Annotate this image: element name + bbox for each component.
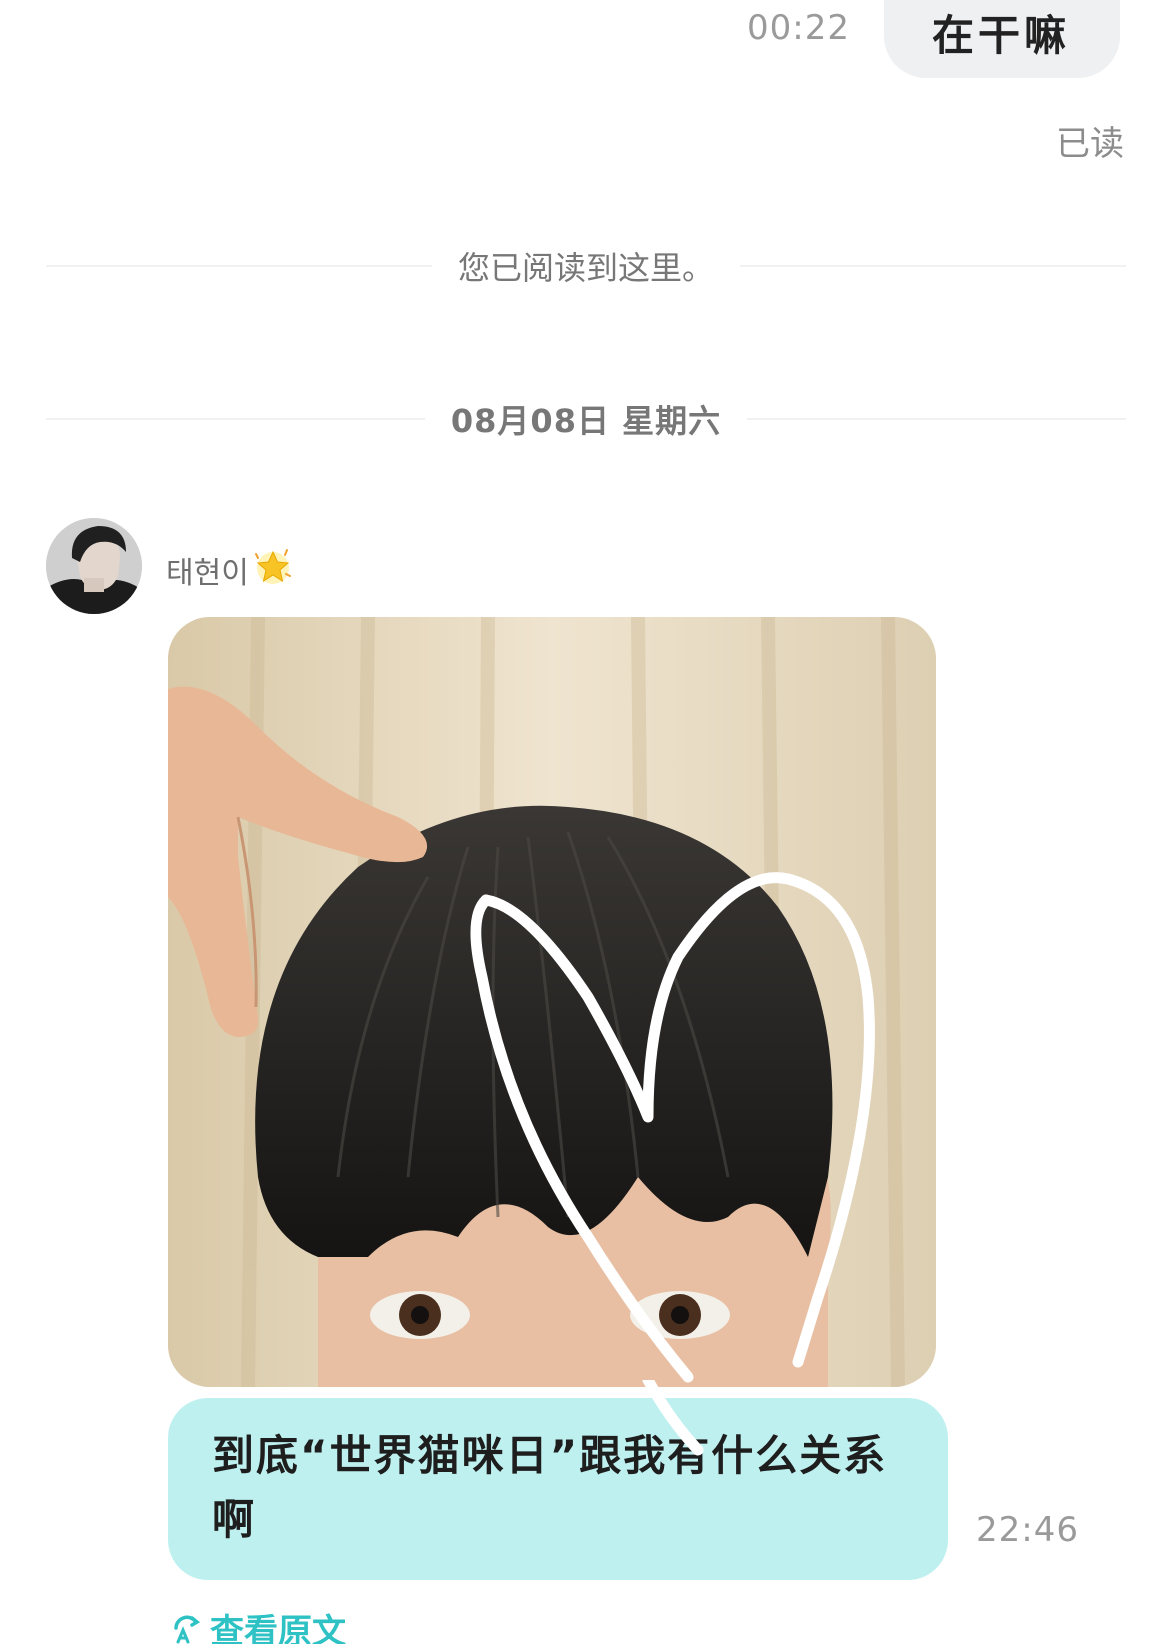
photo-message[interactable] xyxy=(168,617,936,1387)
incoming-message-bubble[interactable]: 到底“世界猫咪日”跟我有什么关系啊 xyxy=(168,1398,948,1580)
view-original-label: 查看原文 xyxy=(210,1612,346,1644)
read-marker-divider: 您已阅读到这里。 xyxy=(46,246,1127,287)
translate-icon xyxy=(170,1612,204,1644)
divider-line xyxy=(46,265,432,267)
outgoing-message-bubble[interactable]: 在干嘛 xyxy=(884,0,1120,78)
heart-stroke-overlay xyxy=(642,1380,704,1456)
selfie-photo xyxy=(168,617,936,1387)
outgoing-message-time: 00:22 xyxy=(747,8,850,48)
avatar[interactable] xyxy=(46,518,142,614)
sender-name: 태현이 xyxy=(166,546,293,594)
read-marker-label: 您已阅读到这里。 xyxy=(458,249,715,287)
glowing-star-icon xyxy=(253,546,293,594)
read-status: 已读 xyxy=(1056,124,1124,164)
divider-line xyxy=(740,265,1127,267)
sender-name-text: 태현이 xyxy=(166,556,249,591)
date-divider: 08月08日 星期六 xyxy=(46,399,1126,440)
view-original-button[interactable]: 查看原文 xyxy=(170,1604,346,1644)
date-label: 08月08日 星期六 xyxy=(450,402,722,440)
chat-screen: 00:22 在干嘛 已读 您已阅读到这里。 08月08日 星期六 태현이 到底“… xyxy=(0,0,1172,1644)
incoming-message-text: 到底“世界猫咪日”跟我有什么关系啊 xyxy=(212,1431,888,1544)
divider-line xyxy=(747,418,1126,420)
incoming-message-time: 22:46 xyxy=(976,1510,1079,1550)
divider-line xyxy=(46,418,425,420)
